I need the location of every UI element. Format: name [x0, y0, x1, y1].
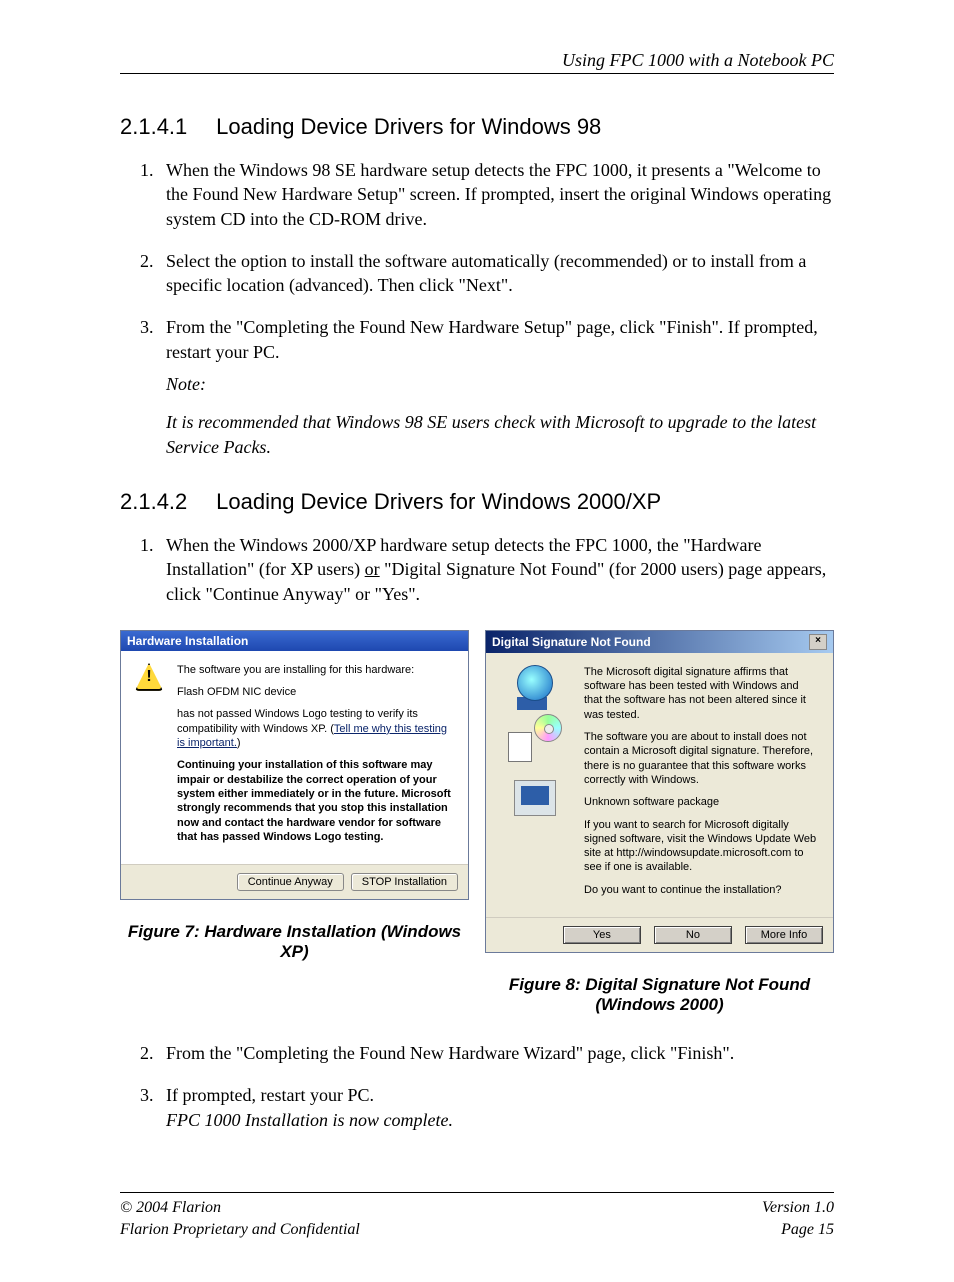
- section-title: Loading Device Drivers for Windows 98: [216, 114, 601, 139]
- software-stack-icon: [508, 714, 562, 768]
- dialog-title-text: Hardware Installation: [127, 634, 248, 648]
- note-label: Note:: [166, 372, 834, 396]
- note-body: It is recommended that Windows 98 SE use…: [166, 410, 834, 459]
- section-number: 2.1.4.1: [120, 114, 210, 140]
- dialog-footer: Yes No More Info: [486, 917, 833, 952]
- dialog-hardware-installation: Hardware Installation The software you a…: [120, 630, 469, 900]
- dialog-text: The Microsoft digital signature affirms …: [584, 665, 819, 905]
- steps-list-1: When the Windows 98 SE hardware setup de…: [158, 158, 834, 459]
- section-heading-1: 2.1.4.1 Loading Device Drivers for Windo…: [120, 114, 834, 140]
- yes-button[interactable]: Yes: [563, 926, 641, 944]
- copyright: © 2004 Flarion: [120, 1197, 360, 1219]
- step-item: Select the option to install the softwar…: [158, 249, 834, 298]
- globe-icon: [517, 665, 553, 702]
- step-item: When the Windows 2000/XP hardware setup …: [158, 533, 834, 606]
- dialog-digital-signature: Digital Signature Not Found ×: [485, 630, 834, 953]
- figure-caption: Figure 7: Hardware Installation (Windows…: [120, 922, 469, 962]
- step-item: From the "Completing the Found New Hardw…: [158, 1041, 834, 1065]
- more-info-button[interactable]: More Info: [745, 926, 823, 944]
- dialog-titlebar[interactable]: Digital Signature Not Found ×: [486, 631, 833, 653]
- dialog-body: The Microsoft digital signature affirms …: [486, 653, 833, 917]
- note-block: Note: It is recommended that Windows 98 …: [166, 372, 834, 459]
- dialog-icon-column: [500, 665, 570, 905]
- figure-2k: Digital Signature Not Found ×: [485, 630, 834, 1029]
- completion-note: FPC 1000 Installation is now complete.: [166, 1110, 453, 1130]
- step-item: If prompted, restart your PC. FPC 1000 I…: [158, 1083, 834, 1132]
- page-content: Using FPC 1000 with a Notebook PC 2.1.4.…: [0, 0, 954, 1282]
- continue-anyway-button[interactable]: Continue Anyway: [237, 873, 344, 891]
- figure-xp: Hardware Installation The software you a…: [120, 630, 469, 976]
- version: Version 1.0: [762, 1197, 834, 1219]
- section-number: 2.1.4.2: [120, 489, 210, 515]
- figures-row: Hardware Installation The software you a…: [120, 630, 834, 1029]
- dialog-text: The software you are installing for this…: [177, 663, 454, 852]
- computer-icon: [514, 780, 556, 816]
- no-button[interactable]: No: [654, 926, 732, 944]
- dialog-titlebar[interactable]: Hardware Installation: [121, 631, 468, 651]
- warning-icon: [135, 663, 163, 691]
- page-footer: © 2004 Flarion Flarion Proprietary and C…: [120, 1192, 834, 1242]
- step-item: From the "Completing the Found New Hardw…: [158, 315, 834, 458]
- page-number: Page 15: [762, 1219, 834, 1241]
- figure-caption: Figure 8: Digital Signature Not Found (W…: [485, 975, 834, 1015]
- steps-list-2b: From the "Completing the Found New Hardw…: [158, 1041, 834, 1132]
- section-title: Loading Device Drivers for Windows 2000/…: [216, 489, 661, 514]
- steps-list-2: When the Windows 2000/XP hardware setup …: [158, 533, 834, 606]
- section-heading-2: 2.1.4.2 Loading Device Drivers for Windo…: [120, 489, 834, 515]
- dialog-footer: Continue Anyway STOP Installation: [121, 864, 468, 899]
- close-button[interactable]: ×: [809, 634, 827, 650]
- running-title: Using FPC 1000 with a Notebook PC: [562, 50, 834, 70]
- running-header: Using FPC 1000 with a Notebook PC: [120, 50, 834, 74]
- step-item: When the Windows 98 SE hardware setup de…: [158, 158, 834, 231]
- stop-installation-button[interactable]: STOP Installation: [351, 873, 458, 891]
- dialog-title-text: Digital Signature Not Found: [492, 635, 651, 649]
- dialog-body: The software you are installing for this…: [121, 651, 468, 864]
- confidential: Flarion Proprietary and Confidential: [120, 1219, 360, 1241]
